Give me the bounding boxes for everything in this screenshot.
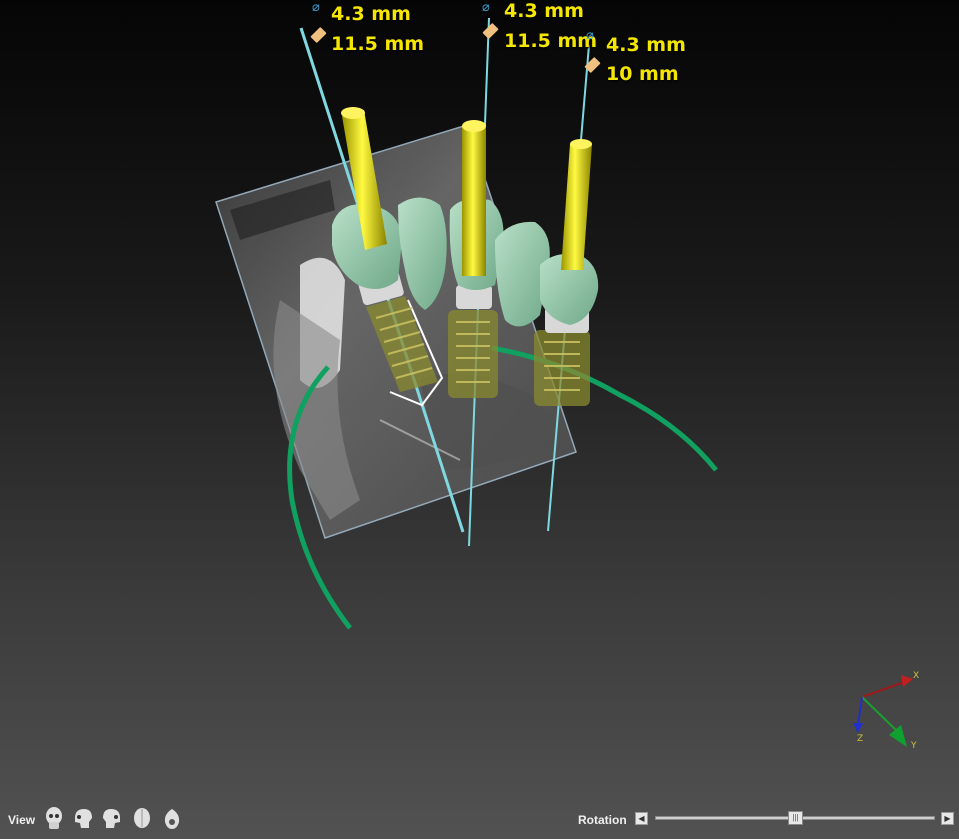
skull-top-icon bbox=[134, 808, 150, 828]
rotation-right-arrow[interactable]: ▶ bbox=[941, 812, 954, 825]
view-right-button[interactable] bbox=[100, 806, 124, 832]
implant-2-diameter: 4.3 mm bbox=[504, 0, 584, 22]
axis-z-label: Z bbox=[857, 734, 863, 744]
implant-3-length: 10 mm bbox=[606, 63, 679, 85]
implant-post-3 bbox=[561, 139, 592, 270]
implant-body-3 bbox=[534, 330, 590, 406]
implant-body-2 bbox=[448, 310, 498, 398]
view-label: View bbox=[8, 813, 36, 827]
diameter-icon: ⌀ bbox=[312, 0, 320, 15]
skull-left-icon bbox=[75, 809, 92, 828]
diameter-icon: ⌀ bbox=[482, 0, 490, 15]
bottom-toolbar: View Rotation ◀ ||| ▶ bbox=[0, 800, 959, 839]
implant-post-2 bbox=[462, 120, 486, 276]
view-top-button[interactable] bbox=[130, 806, 154, 832]
axis-x-label: X bbox=[913, 671, 919, 681]
skull-right-icon bbox=[103, 809, 120, 828]
orientation-axes-gizmo: X Y Z bbox=[853, 671, 919, 751]
view-bottom-button[interactable] bbox=[160, 806, 184, 832]
implant-3-diameter: 4.3 mm bbox=[606, 34, 686, 56]
view-front-button[interactable] bbox=[42, 806, 66, 832]
rotation-slider-thumb[interactable]: ||| bbox=[788, 811, 803, 825]
axis-y-label: Y bbox=[910, 741, 917, 751]
3d-scene bbox=[215, 17, 718, 630]
implant-1-length: 11.5 mm bbox=[331, 33, 425, 55]
3d-viewport[interactable]: ⌀ 4.3 mm 11.5 mm ⌀ 4.3 mm 11.5 mm ⌀ 4.3 … bbox=[0, 0, 959, 800]
rotation-left-arrow[interactable]: ◀ bbox=[635, 812, 648, 825]
skull-bottom-icon bbox=[164, 809, 180, 829]
skull-front-icon bbox=[46, 807, 62, 829]
implant-2-length: 11.5 mm bbox=[504, 30, 598, 52]
diameter-icon: ⌀ bbox=[586, 28, 594, 43]
rotation-label: Rotation bbox=[578, 813, 627, 827]
implant-1-diameter: 4.3 mm bbox=[331, 3, 411, 25]
view-left-button[interactable] bbox=[71, 806, 95, 832]
